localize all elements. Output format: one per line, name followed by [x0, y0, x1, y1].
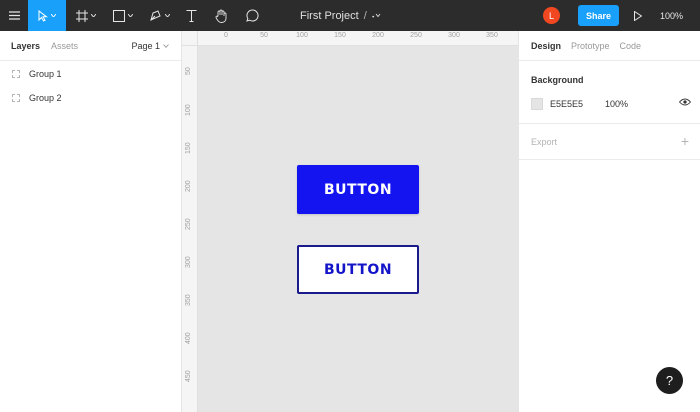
text-icon	[186, 9, 196, 22]
right-panel-tabs: Design Prototype Code	[519, 31, 700, 61]
export-section-title: Export	[531, 137, 558, 147]
hand-icon	[215, 9, 226, 23]
shape-tool-button[interactable]	[106, 0, 140, 31]
frame-tool-button[interactable]	[68, 0, 104, 31]
path-separator: /	[363, 9, 367, 22]
ruler-label: 50	[185, 67, 192, 75]
ruler-label: 300	[185, 256, 192, 268]
background-fill-row: E5E5E5 100%	[531, 97, 691, 111]
canvas-button-filled[interactable]: BUTTON	[297, 165, 419, 214]
move-icon	[38, 9, 48, 22]
group-icon	[12, 70, 20, 78]
ruler-top: 0 50 100 150 200 250 300 350	[198, 31, 518, 46]
rectangle-icon	[113, 9, 125, 22]
ruler-label: 150	[334, 32, 346, 39]
ruler-label: 300	[448, 32, 460, 39]
ruler-label: 250	[185, 218, 192, 230]
page-selector[interactable]: Page 1	[131, 31, 169, 61]
ruler-label: 350	[486, 32, 498, 39]
ruler-label: 200	[185, 180, 192, 192]
layers-panel: Layers Assets Page 1 Group 1 Group 2	[0, 31, 182, 412]
group-icon	[12, 94, 20, 102]
ruler-label: 150	[185, 142, 192, 154]
file-title[interactable]: First Project /	[300, 0, 381, 31]
canvas-button-outline[interactable]: BUTTON	[297, 245, 419, 294]
page-name: Page 1	[131, 41, 160, 51]
zoom-dropdown[interactable]: 100%	[660, 0, 683, 31]
left-panel-tabs: Layers Assets Page 1	[0, 31, 181, 61]
hand-tool-button[interactable]	[208, 0, 234, 31]
background-opacity-input[interactable]: 100%	[605, 99, 628, 109]
chevron-down-icon	[164, 14, 170, 17]
ruler-left: 50 100 150 200 250 300 350 400 450	[182, 46, 198, 412]
pen-tool-button[interactable]	[142, 0, 176, 31]
ruler-label: 100	[185, 104, 192, 116]
ruler-label: 400	[185, 332, 192, 344]
tab-design[interactable]: Design	[531, 41, 561, 51]
tab-layers[interactable]: Layers	[11, 41, 40, 51]
layer-label: Group 2	[29, 93, 62, 103]
play-icon	[634, 10, 642, 21]
ruler-label: 0	[224, 32, 228, 39]
text-tool-button[interactable]	[178, 0, 204, 31]
help-button[interactable]: ?	[656, 367, 683, 394]
comment-icon	[245, 9, 259, 22]
section-divider	[519, 123, 700, 124]
chevron-down-icon	[163, 44, 169, 48]
frame-icon	[76, 9, 88, 22]
chevron-down-icon	[51, 14, 56, 17]
layer-item-group-1[interactable]: Group 1	[0, 63, 181, 85]
comment-tool-button[interactable]	[238, 0, 266, 31]
ruler-label: 50	[260, 32, 268, 39]
tab-assets[interactable]: Assets	[51, 41, 78, 51]
ruler-label: 350	[185, 294, 192, 306]
zoom-level: 100%	[660, 10, 684, 21]
share-button[interactable]: Share	[578, 5, 619, 26]
ruler-label: 250	[410, 32, 422, 39]
eye-icon[interactable]	[679, 98, 691, 106]
project-name: First Project	[300, 9, 359, 22]
design-canvas[interactable]: BUTTON BUTTON	[198, 46, 518, 412]
background-hex-input[interactable]: E5E5E5	[550, 99, 605, 109]
background-swatch[interactable]	[531, 98, 543, 110]
menu-icon[interactable]	[0, 0, 28, 31]
ruler-label: 100	[296, 32, 308, 39]
add-export-button[interactable]: +	[681, 134, 689, 148]
layer-label: Group 1	[29, 69, 62, 79]
present-button[interactable]	[630, 0, 646, 31]
ruler-corner	[182, 31, 198, 46]
top-toolbar: First Project / L Share 100%	[0, 0, 700, 31]
tab-prototype[interactable]: Prototype	[571, 41, 610, 51]
pen-icon	[149, 10, 161, 21]
properties-panel: Design Prototype Code Background E5E5E5 …	[518, 31, 700, 412]
move-tool-button[interactable]	[28, 0, 66, 31]
file-dropdown-icon	[372, 13, 381, 18]
ruler-label: 450	[185, 370, 192, 382]
chevron-down-icon	[91, 14, 96, 17]
tab-code[interactable]: Code	[620, 41, 642, 51]
layer-item-group-2[interactable]: Group 2	[0, 87, 181, 109]
ruler-label: 200	[372, 32, 384, 39]
avatar[interactable]: L	[543, 7, 560, 24]
section-divider	[519, 159, 700, 160]
background-section-title: Background	[531, 75, 584, 85]
chevron-down-icon	[128, 14, 133, 17]
